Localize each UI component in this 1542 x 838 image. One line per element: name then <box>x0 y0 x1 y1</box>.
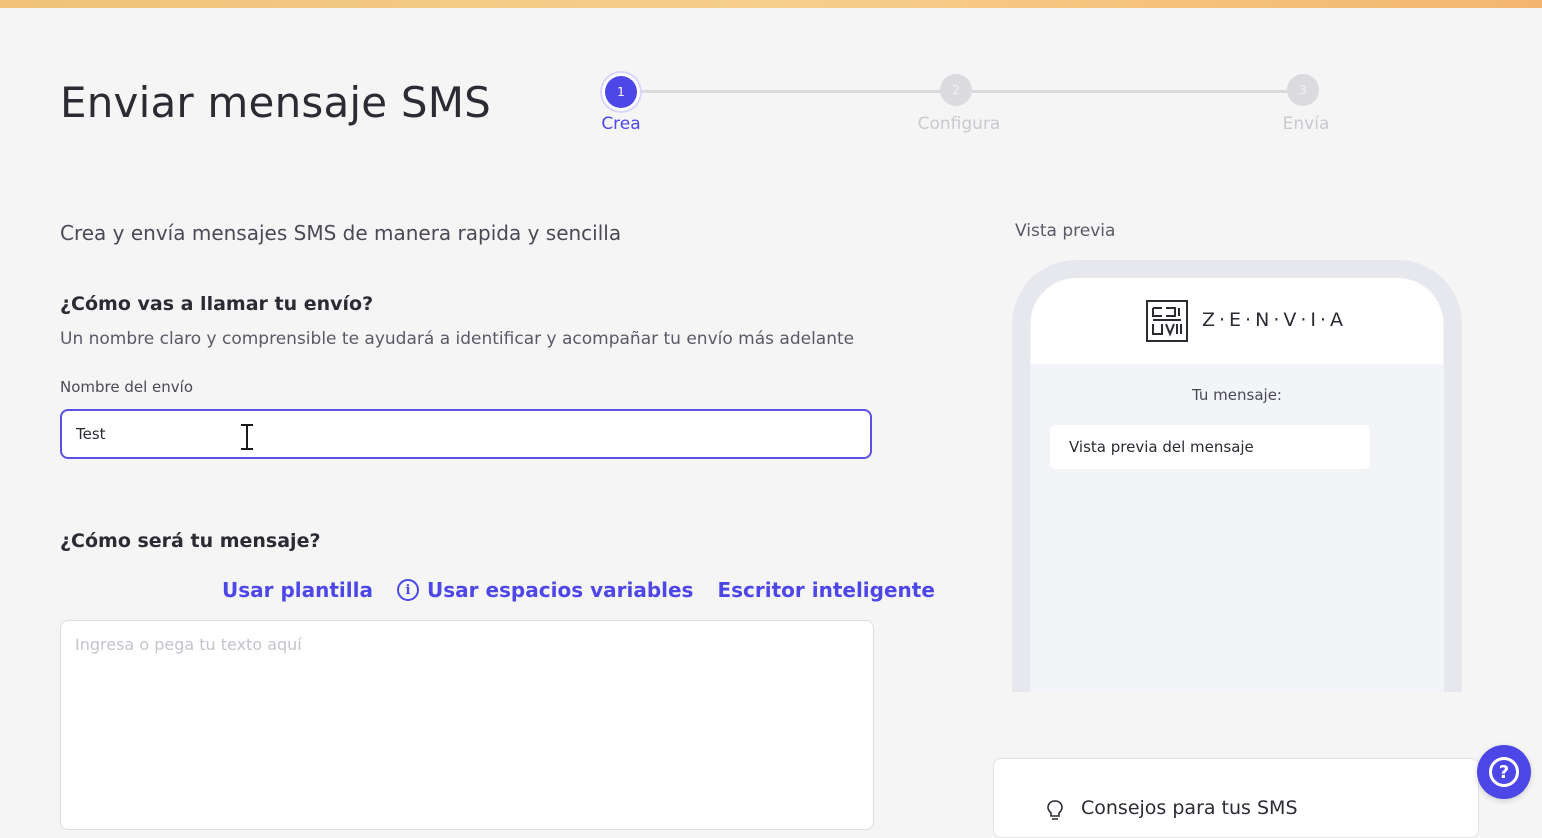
top-accent-bar <box>0 0 1542 8</box>
step-1-number: 1 <box>617 85 625 99</box>
question-icon: ? <box>1489 757 1519 787</box>
step-1-indicator: 1 <box>605 76 637 108</box>
step-3-label: Envía <box>1282 114 1330 134</box>
step-3-indicator: 3 <box>1287 74 1319 106</box>
step-2-number: 2 <box>952 83 960 97</box>
your-message-label: Tu mensaje: <box>1192 386 1282 404</box>
name-question: ¿Cómo vas a llamar tu envío? <box>60 293 374 315</box>
text-cursor-icon <box>241 424 253 450</box>
preview-label: Vista previa <box>1015 221 1116 241</box>
send-name-input[interactable] <box>60 409 872 459</box>
message-textarea[interactable] <box>60 620 874 830</box>
message-question: ¿Cómo será tu mensaje? <box>60 530 321 552</box>
help-button[interactable]: ? <box>1477 745 1531 799</box>
zenvia-logo-mark <box>1146 300 1188 342</box>
page-title: Enviar mensaje SMS <box>60 78 492 127</box>
info-icon: i <box>397 579 419 601</box>
use-template-link[interactable]: Usar plantilla <box>222 578 373 602</box>
name-help-text: Un nombre claro y comprensible te ayudar… <box>60 329 855 349</box>
page-subtitle: Crea y envía mensajes SMS de manera rapi… <box>60 221 622 245</box>
use-variables-link[interactable]: i Usar espacios variables <box>397 578 693 602</box>
step-2-label: Configura <box>917 114 1001 134</box>
smart-writer-link[interactable]: Escritor inteligente <box>717 578 934 602</box>
brand-name: Z·E·N·V·I·A <box>1202 309 1348 331</box>
step-1-label: Crea <box>601 114 641 134</box>
message-preview-bubble: Vista previa del mensaje <box>1050 425 1370 469</box>
stepper: 1 Crea 2 Configura 3 Envía <box>590 74 1330 144</box>
step-2-indicator: 2 <box>940 74 972 106</box>
message-preview-text: Vista previa del mensaje <box>1069 438 1254 456</box>
tips-title: Consejos para tus SMS <box>1081 797 1298 819</box>
name-field-label: Nombre del envío <box>60 378 194 396</box>
stepper-line-1 <box>636 90 942 93</box>
stepper-line-2 <box>972 90 1288 93</box>
step-3-number: 3 <box>1299 83 1307 97</box>
message-tools: Usar plantilla i Usar espacios variables… <box>222 578 935 602</box>
use-variables-label: Usar espacios variables <box>427 578 694 602</box>
